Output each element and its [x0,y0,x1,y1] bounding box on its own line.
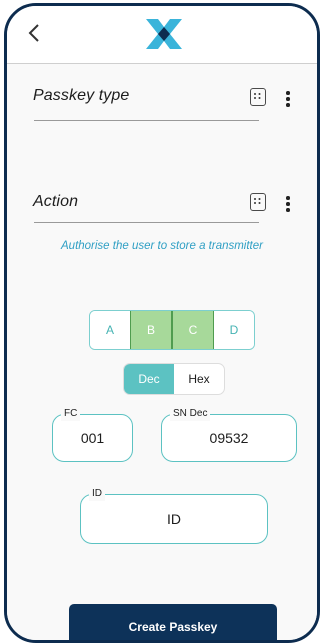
chevron-left-icon [28,24,39,42]
hex-toggle-button[interactable]: Hex [174,364,224,394]
passkey-type-underline [34,120,259,121]
action-menu-button[interactable] [283,194,293,214]
action-hint-text: Authorise the user to store a transmitte… [61,240,263,252]
create-passkey-button[interactable]: Create Passkey [69,604,277,640]
sn-dec-value: 09532 [209,430,249,446]
action-underline [34,222,259,223]
fc-label: FC [61,407,81,421]
fc-input[interactable]: FC 001 [52,407,133,462]
segment-option-d[interactable]: D [214,311,254,349]
segment-option-b[interactable]: B [130,311,172,349]
x-logo-icon [144,17,184,51]
top-app-bar [7,6,317,64]
action-label: Action [33,193,79,210]
keypad-icon [254,198,261,204]
sn-dec-input[interactable]: SN Dec 09532 [161,407,297,462]
segment-option-c[interactable]: C [172,311,214,349]
format-toggle: Dec Hex [123,363,225,395]
action-keypad-button[interactable] [250,193,266,211]
key-segment-selector: A B C D [89,310,255,350]
id-input[interactable]: ID ID [80,487,268,544]
segment-option-a[interactable]: A [90,311,130,349]
passkey-type-menu-button[interactable] [283,89,293,109]
fc-value: 001 [80,430,105,446]
dec-toggle-button[interactable]: Dec [124,364,174,394]
main-content: Passkey type Action Authorise the user t… [7,64,317,640]
id-value: ID [167,511,181,527]
id-label: ID [89,487,105,501]
passkey-type-label: Passkey type [33,87,130,104]
back-button[interactable] [24,20,46,46]
sn-dec-label: SN Dec [170,407,211,421]
keypad-icon [254,93,261,99]
passkey-type-keypad-button[interactable] [250,88,266,106]
phone-frame: Passkey type Action Authorise the user t… [4,3,320,643]
